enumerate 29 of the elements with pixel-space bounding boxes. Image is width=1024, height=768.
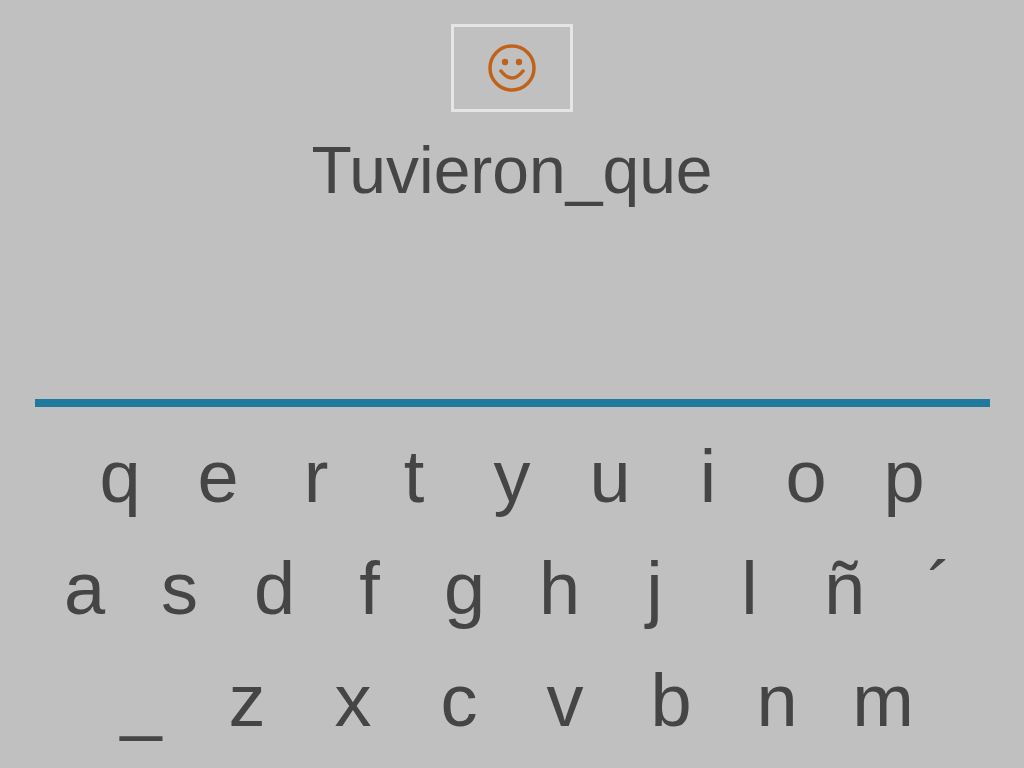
letter-key[interactable]: b (618, 656, 724, 746)
letter-key[interactable]: c (406, 656, 512, 746)
letter-key[interactable]: t (365, 432, 463, 522)
letter-key[interactable]: d (227, 544, 322, 634)
letter-key[interactable]: y (463, 432, 561, 522)
letter-key[interactable]: i (659, 432, 757, 522)
letter-key[interactable]: v (512, 656, 618, 746)
smiley-icon (487, 43, 537, 93)
letter-key[interactable]: r (267, 432, 365, 522)
letter-key[interactable]: u (561, 432, 659, 522)
letter-key[interactable]: ´ (892, 544, 987, 634)
letter-key[interactable]: ñ (797, 544, 892, 634)
letter-key[interactable]: j (607, 544, 702, 634)
letter-key[interactable]: g (417, 544, 512, 634)
letter-key[interactable]: n (724, 656, 830, 746)
letter-key[interactable]: z (194, 656, 300, 746)
letter-key[interactable]: a (37, 544, 132, 634)
letter-key[interactable]: e (169, 432, 267, 522)
letter-key[interactable]: f (322, 544, 417, 634)
letter-key[interactable]: s (132, 544, 227, 634)
letter-key[interactable]: q (71, 432, 169, 522)
letter-key[interactable]: _ (88, 656, 194, 746)
letter-key[interactable]: x (300, 656, 406, 746)
letter-key[interactable]: l (702, 544, 797, 634)
letter-key[interactable]: h (512, 544, 607, 634)
letter-key[interactable]: p (855, 432, 953, 522)
word-text: Tuvieron_que (311, 132, 713, 209)
letter-key[interactable]: o (757, 432, 855, 522)
letter-key[interactable]: m (830, 656, 936, 746)
